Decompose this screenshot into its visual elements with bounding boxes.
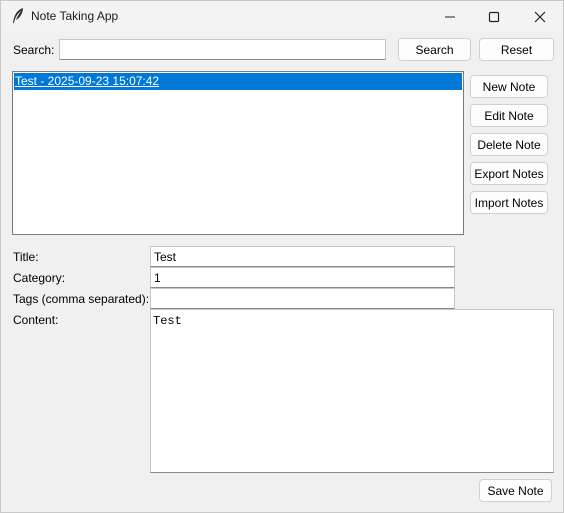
export-notes-button[interactable]: Export Notes bbox=[470, 162, 548, 185]
notes-listbox[interactable]: Test - 2025-09-23 15:07:42 bbox=[12, 71, 464, 235]
tags-field[interactable] bbox=[150, 288, 455, 309]
search-input[interactable] bbox=[59, 39, 386, 60]
maximize-icon bbox=[488, 11, 500, 22]
list-item[interactable]: Test - 2025-09-23 15:07:42 bbox=[14, 73, 462, 90]
category-field[interactable] bbox=[150, 267, 455, 288]
window-title: Note Taking App bbox=[31, 9, 119, 23]
title-field[interactable] bbox=[150, 246, 455, 267]
import-notes-button[interactable]: Import Notes bbox=[470, 191, 548, 214]
search-button[interactable]: Search bbox=[398, 38, 471, 61]
category-label: Category: bbox=[13, 271, 66, 285]
minimize-icon bbox=[445, 16, 455, 17]
close-icon bbox=[534, 11, 546, 22]
content-label: Content: bbox=[13, 313, 59, 327]
save-note-button[interactable]: Save Note bbox=[479, 479, 552, 502]
delete-note-button[interactable]: Delete Note bbox=[470, 133, 548, 156]
minimize-button[interactable] bbox=[427, 1, 473, 32]
search-label: Search: bbox=[13, 43, 55, 57]
content-textarea[interactable]: Test bbox=[150, 309, 554, 473]
reset-button[interactable]: Reset bbox=[479, 38, 554, 61]
tags-label: Tags (comma separated): bbox=[13, 292, 150, 306]
close-button[interactable] bbox=[517, 1, 563, 32]
feather-icon bbox=[11, 7, 25, 25]
maximize-button[interactable] bbox=[471, 1, 517, 32]
app-window: Note Taking App Search: Search Reset Tes… bbox=[0, 0, 564, 513]
edit-note-button[interactable]: Edit Note bbox=[470, 104, 548, 127]
title-bar[interactable]: Note Taking App bbox=[1, 1, 563, 32]
title-label: Title: bbox=[13, 250, 39, 264]
new-note-button[interactable]: New Note bbox=[470, 75, 548, 98]
